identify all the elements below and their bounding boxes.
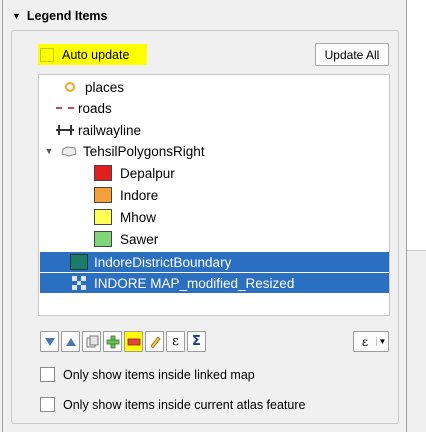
- add-group-button[interactable]: [82, 331, 101, 352]
- tree-item-places[interactable]: places: [65, 77, 124, 97]
- tree-item-label: places: [85, 79, 125, 95]
- tree-item-label: Indore: [120, 187, 159, 203]
- group-icon: [86, 335, 98, 347]
- edit-icon: [149, 335, 161, 349]
- color-swatch-icon: [94, 209, 112, 225]
- tree-item-label: Depalpur: [120, 165, 175, 181]
- tree-item-railwayline[interactable]: railwayline: [56, 120, 141, 140]
- filter-expression-button[interactable]: ε ▼: [353, 331, 389, 352]
- add-item-button[interactable]: [103, 331, 122, 352]
- atlas-feature-label: Only show items inside current atlas fea…: [63, 397, 306, 412]
- linked-map-option[interactable]: Only show items inside linked map: [40, 367, 255, 382]
- add-icon: [106, 335, 119, 348]
- legend-toolbar: ε Σ: [40, 331, 206, 353]
- tree-item-label: TehsilPolygonsRight: [83, 143, 205, 159]
- tree-item-indoredistrictboundary[interactable]: IndoreDistrictBoundary: [40, 252, 389, 272]
- raster-icon: [72, 276, 86, 290]
- tree-item-tehsilpolygonsright[interactable]: ▼ TehsilPolygonsRight: [43, 141, 205, 161]
- color-swatch-icon: [94, 187, 112, 203]
- polygon-icon: [61, 145, 77, 157]
- dashed-line-icon: [56, 107, 74, 109]
- tree-item-indore[interactable]: Indore: [94, 185, 158, 205]
- auto-update-checkbox[interactable]: Auto update: [38, 44, 147, 65]
- tree-item-mhow[interactable]: Mhow: [94, 207, 156, 227]
- panel-divider: [2, 0, 3, 432]
- color-swatch-icon: [94, 231, 112, 247]
- tree-item-depalpur[interactable]: Depalpur: [94, 163, 175, 183]
- remove-icon: [127, 338, 140, 345]
- side-pane-lower: [407, 250, 426, 432]
- move-down-button[interactable]: [40, 331, 59, 352]
- tree-item-label: INDORE MAP_modified_Resized: [94, 275, 295, 291]
- remove-item-button[interactable]: [124, 331, 143, 352]
- sum-icon: Σ: [192, 334, 201, 349]
- tree-item-label: roads: [78, 100, 112, 116]
- linked-map-label: Only show items inside linked map: [63, 367, 255, 382]
- move-down-icon: [44, 337, 55, 346]
- tree-item-label: railwayline: [78, 122, 142, 138]
- tree-item-roads[interactable]: roads: [56, 98, 112, 118]
- atlas-feature-option[interactable]: Only show items inside current atlas fea…: [40, 397, 305, 412]
- expand-arrow-icon[interactable]: ▼: [43, 146, 55, 156]
- move-up-icon: [65, 337, 76, 346]
- tree-item-label: IndoreDistrictBoundary: [94, 254, 232, 270]
- collapse-arrow-icon[interactable]: ▼: [12, 11, 21, 21]
- legend-tree[interactable]: places roads railwayline ▼ TehsilPolygon…: [38, 74, 390, 316]
- color-swatch-icon: [70, 254, 88, 270]
- auto-update-box[interactable]: [40, 47, 54, 62]
- railway-icon: [56, 124, 74, 136]
- expression-button[interactable]: ε: [166, 331, 185, 352]
- circle-icon: [65, 82, 75, 92]
- linked-map-checkbox[interactable]: [40, 367, 55, 382]
- count-button[interactable]: Σ: [187, 331, 206, 352]
- tree-item-label: Sawer: [120, 231, 159, 247]
- legend-items-panel: ▼ Legend Items Auto update Update All pl…: [0, 0, 426, 432]
- tree-item-sawer[interactable]: Sawer: [94, 229, 158, 249]
- group-title: Legend Items: [26, 9, 108, 23]
- expression-filter-icon: ε: [361, 334, 369, 349]
- auto-update-label: Auto update: [62, 47, 130, 62]
- expression-icon: ε: [172, 334, 179, 349]
- dropdown-arrow-icon[interactable]: ▼: [376, 337, 388, 346]
- move-up-button[interactable]: [61, 331, 80, 352]
- color-swatch-icon: [94, 165, 112, 181]
- edit-item-button[interactable]: [145, 331, 164, 352]
- update-all-button[interactable]: Update All: [315, 43, 389, 66]
- group-header[interactable]: ▼ Legend Items: [12, 9, 108, 23]
- tree-item-indore-map[interactable]: INDORE MAP_modified_Resized: [40, 273, 389, 293]
- tree-item-label: Mhow: [120, 209, 157, 225]
- atlas-feature-checkbox[interactable]: [40, 397, 55, 412]
